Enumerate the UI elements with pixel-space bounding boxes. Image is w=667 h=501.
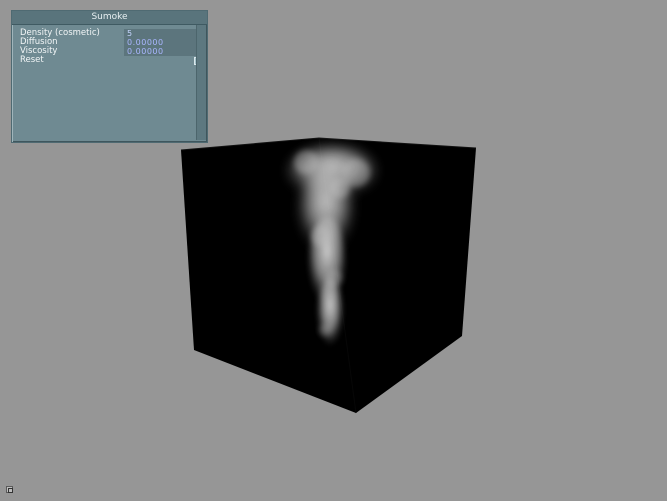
reset-row: Reset: [20, 55, 202, 65]
reset-label: Reset: [20, 55, 44, 65]
panel-scrollbar[interactable]: [196, 25, 206, 140]
viscosity-row: Viscosity 0.00000: [20, 47, 204, 56]
viscosity-field[interactable]: 0.00000: [124, 47, 204, 56]
control-panel[interactable]: Sumoke Density (cosmetic) 5 Diffusion 0.…: [11, 10, 208, 143]
panel-title[interactable]: Sumoke: [12, 11, 207, 25]
window-resize-icon[interactable]: [6, 486, 13, 493]
density-field[interactable]: 5: [124, 29, 204, 38]
diffusion-field[interactable]: 0.00000: [124, 38, 204, 47]
